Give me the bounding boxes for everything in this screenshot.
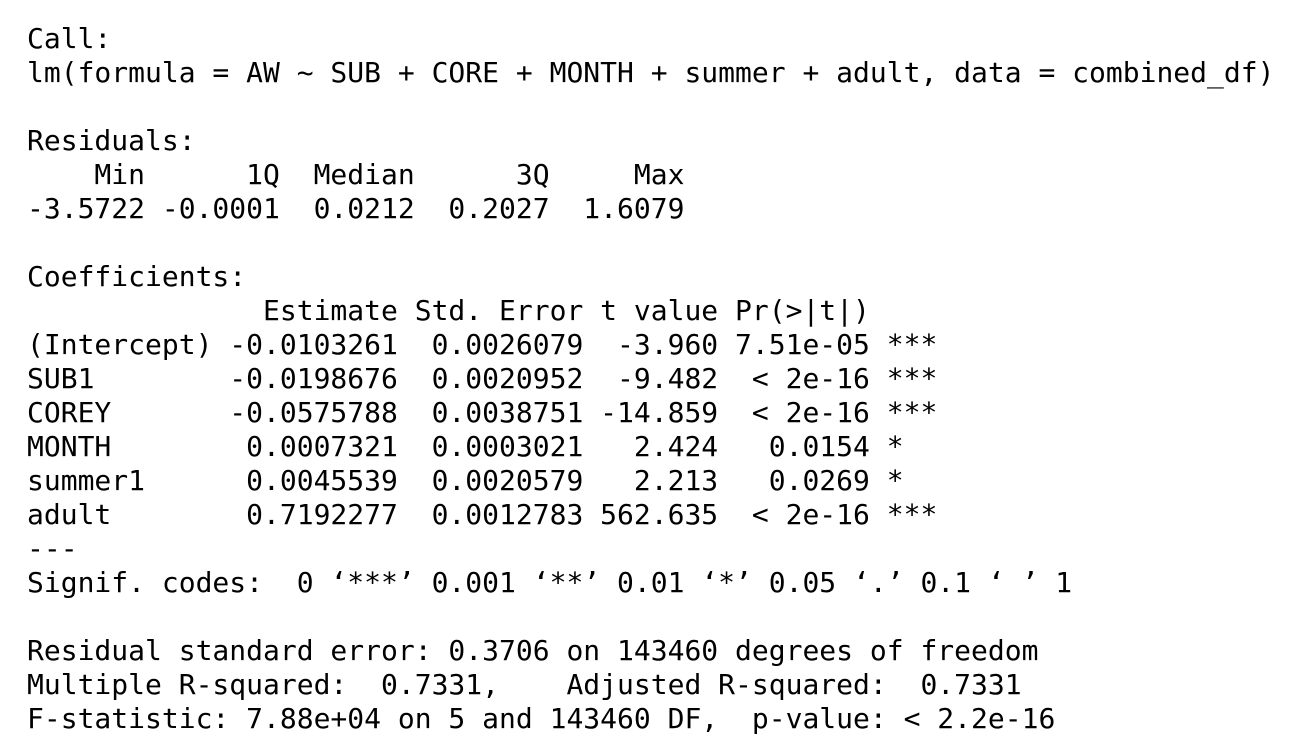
coefficients-header: Estimate Std. Error t value Pr(>|t|) — [27, 294, 938, 327]
separator: --- — [27, 532, 78, 565]
residuals-header: Min 1Q Median 3Q Max — [27, 158, 702, 191]
call-heading: Call: — [27, 22, 112, 55]
coefficient-row-sub1: SUB1 -0.0198676 0.0020952 -9.482 < 2e-16… — [27, 362, 938, 395]
coefficient-row-adult: adult 0.7192277 0.0012783 562.635 < 2e-1… — [27, 498, 938, 531]
coefficient-row-corey: COREY -0.0575788 0.0038751 -14.859 < 2e-… — [27, 396, 938, 429]
residual-standard-error: Residual standard error: 0.3706 on 14346… — [27, 634, 1039, 667]
coefficient-row-month: MONTH 0.0007321 0.0003021 2.424 0.0154 * — [27, 430, 938, 463]
coefficient-row-summer1: summer1 0.0045539 0.0020579 2.213 0.0269… — [27, 464, 938, 497]
residuals-values: -3.5722 -0.0001 0.0212 0.2027 1.6079 — [27, 192, 702, 225]
call-formula: lm(formula = AW ~ SUB + CORE + MONTH + s… — [27, 56, 1275, 89]
signif-codes: Signif. codes: 0 ‘***’ 0.001 ‘**’ 0.01 ‘… — [27, 566, 1073, 599]
r-console-output: Call: lm(formula = AW ~ SUB + CORE + MON… — [27, 22, 1282, 742]
residuals-heading: Residuals: — [27, 124, 196, 157]
f-statistic-line: F-statistic: 7.88e+04 on 5 and 143460 DF… — [27, 702, 1056, 735]
r-squared-line: Multiple R-squared: 0.7331, Adjusted R-s… — [27, 668, 1039, 701]
coefficients-heading: Coefficients: — [27, 260, 247, 293]
coefficient-row-intercept: (Intercept) -0.0103261 0.0026079 -3.960 … — [27, 328, 938, 361]
